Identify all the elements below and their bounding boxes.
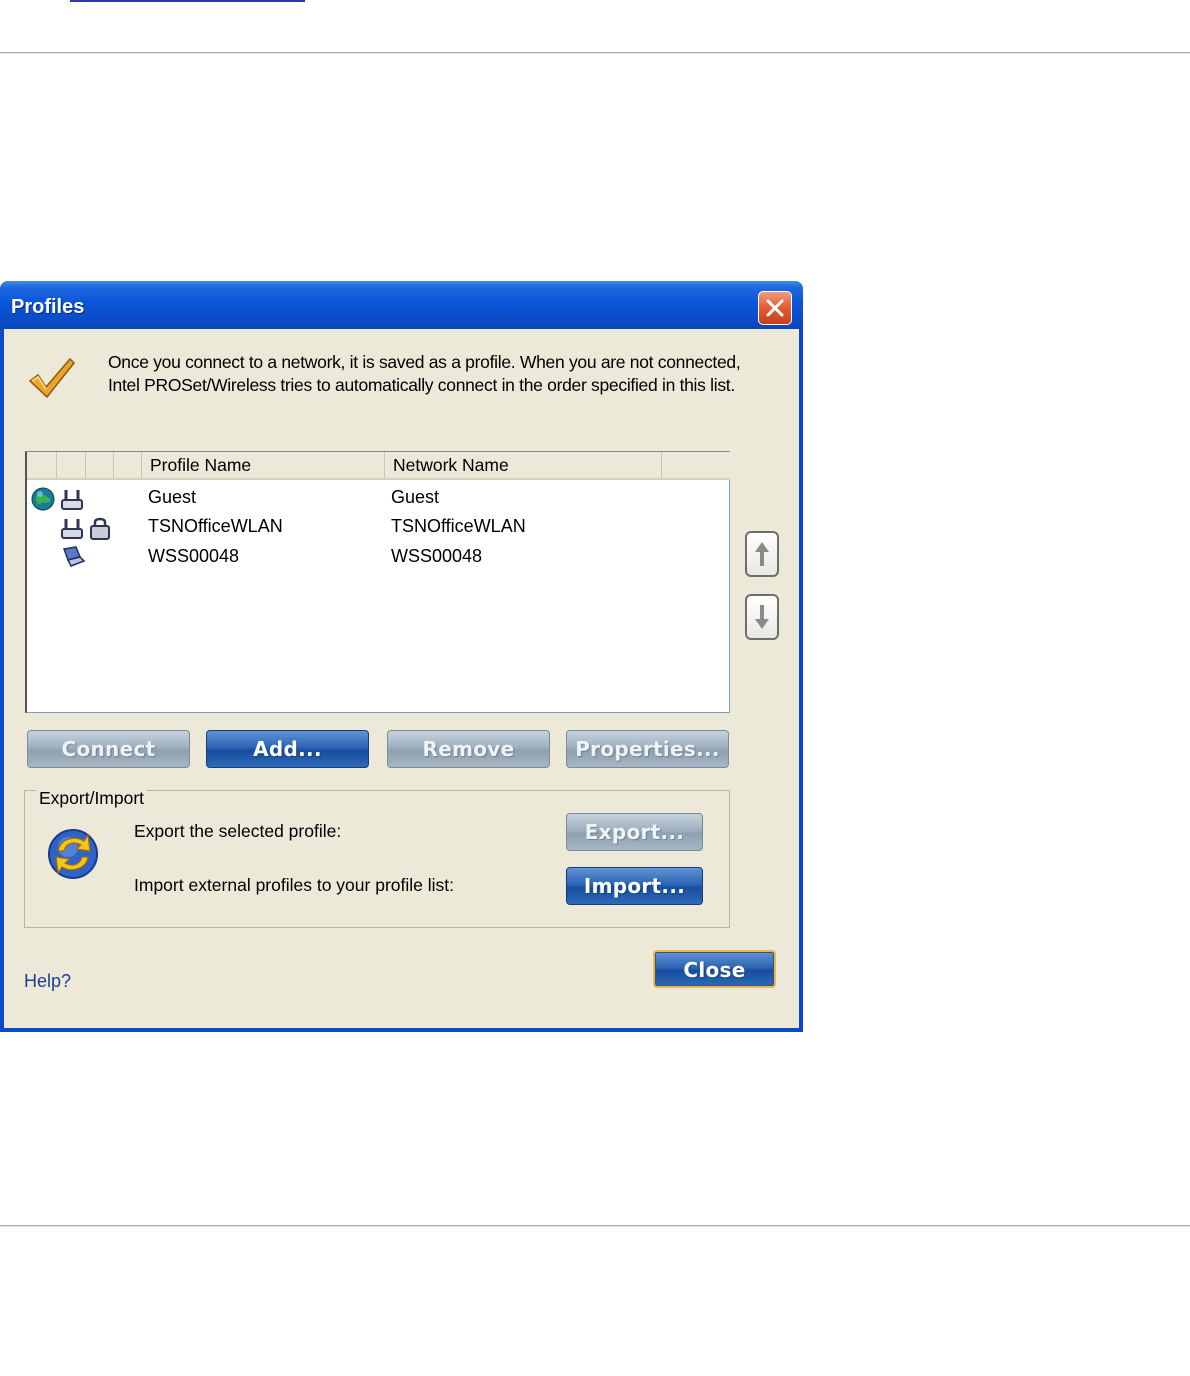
laptop-icon <box>62 546 86 567</box>
import-label: Import external profiles to your profile… <box>134 875 454 895</box>
row-network-name: Guest <box>391 487 440 507</box>
close-icon <box>766 299 784 317</box>
table-row[interactable]: Guest Guest <box>27 483 730 513</box>
close-button[interactable]: Close <box>653 950 776 988</box>
row-profile-name: TSNOfficeWLAN <box>148 516 283 536</box>
row-profile-name: WSS00048 <box>148 546 240 566</box>
top-link[interactable] <box>70 0 305 2</box>
title-bar[interactable]: Profiles <box>0 281 803 329</box>
header-icon-col-2[interactable] <box>57 452 86 478</box>
router-icon <box>61 519 83 539</box>
list-header: Profile Name Network Name <box>27 452 730 480</box>
import-button[interactable]: Import... <box>566 867 703 905</box>
header-icon-col-4[interactable] <box>114 452 142 478</box>
export-button[interactable]: Export... <box>566 813 703 851</box>
sync-icon <box>48 829 98 879</box>
router-icon <box>61 490 83 510</box>
header-profile-name[interactable]: Profile Name <box>142 452 385 478</box>
window-title: Profiles <box>11 296 85 318</box>
intro-text: Once you connect to a network, it is sav… <box>108 352 741 395</box>
window-close-button[interactable] <box>758 291 792 325</box>
group-legend: Export/Import <box>36 788 148 809</box>
remove-button[interactable]: Remove <box>387 730 550 768</box>
arrow-down-icon <box>755 605 769 629</box>
profiles-dialog: Profiles Once you connect to a network, … <box>0 281 803 1032</box>
add-button[interactable]: Add... <box>206 730 369 768</box>
move-up-button[interactable] <box>745 531 779 577</box>
header-icon-col-3[interactable] <box>86 452 114 478</box>
row-network-name: TSNOfficeWLAN <box>391 516 526 536</box>
help-link[interactable]: Help? <box>24 971 71 992</box>
checkmark-icon <box>28 357 76 399</box>
header-icon-col-1[interactable] <box>27 452 57 478</box>
lock-icon <box>90 517 110 540</box>
row-profile-name: Guest <box>148 487 197 507</box>
move-down-button[interactable] <box>745 594 779 640</box>
connect-button[interactable]: Connect <box>27 730 190 768</box>
arrow-up-icon <box>755 542 769 566</box>
header-network-name[interactable]: Network Name <box>385 452 662 478</box>
row-network-name: WSS00048 <box>391 546 483 566</box>
export-import-group <box>24 790 730 928</box>
export-label: Export the selected profile: <box>134 821 342 841</box>
table-row[interactable]: TSNOfficeWLAN TSNOfficeWLAN <box>27 512 730 542</box>
dialog-body: Once you connect to a network, it is sav… <box>4 329 799 1028</box>
globe-icon <box>31 487 55 511</box>
profile-list[interactable]: Profile Name Network Name Guest Guest TS… <box>25 451 730 713</box>
properties-button[interactable]: Properties... <box>566 730 729 768</box>
horizontal-rule <box>0 1225 1190 1227</box>
horizontal-rule <box>0 52 1190 54</box>
table-row[interactable]: WSS00048 WSS00048 <box>27 542 730 572</box>
